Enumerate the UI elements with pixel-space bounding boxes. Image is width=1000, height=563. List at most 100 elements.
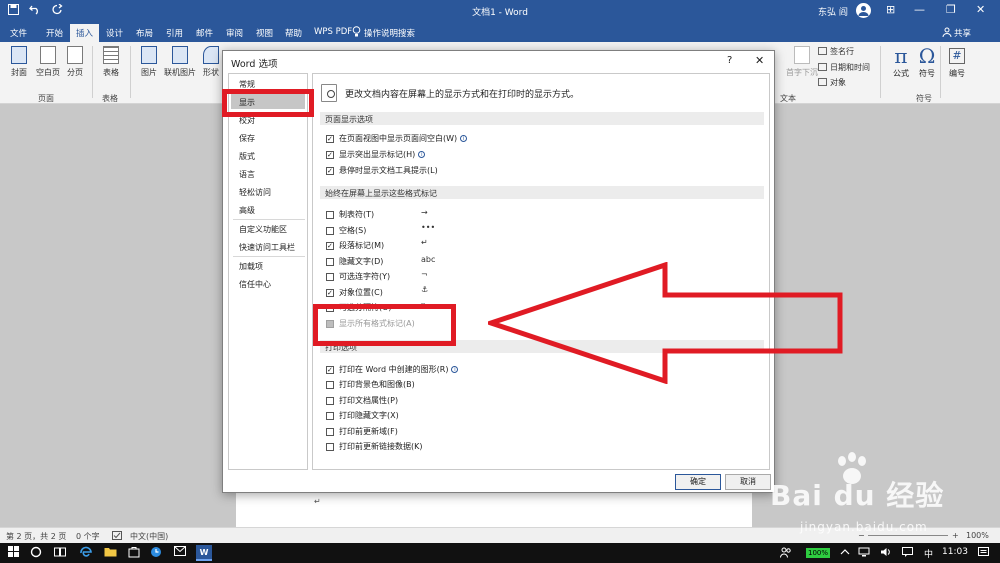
- checkbox[interactable]: [326, 427, 334, 436]
- ok-button[interactable]: 确定: [675, 474, 721, 490]
- online-picture-button[interactable]: 联机图片: [164, 46, 196, 78]
- number-button[interactable]: # 编号: [944, 44, 970, 79]
- checkbox[interactable]: [326, 134, 334, 143]
- tab-mailings[interactable]: 邮件: [196, 27, 213, 39]
- help-button[interactable]: ?: [727, 55, 732, 66]
- option-print-hidden-text[interactable]: 打印隐藏文字(X): [326, 410, 399, 421]
- word-count[interactable]: 0 个字: [76, 531, 100, 542]
- signature-line-button[interactable]: 签名行: [818, 46, 854, 57]
- nav-item-trust-center[interactable]: 信任中心: [234, 276, 306, 291]
- object-button[interactable]: 对象: [818, 77, 846, 88]
- dropcap-button[interactable]: 首字下沉: [786, 46, 818, 78]
- tab-layout[interactable]: 布局: [136, 27, 153, 39]
- checkbox[interactable]: [326, 442, 334, 451]
- table-button[interactable]: 表格: [98, 46, 124, 78]
- tab-view[interactable]: 视图: [256, 27, 273, 39]
- tab-insert[interactable]: 插入: [70, 24, 100, 42]
- date-time-button[interactable]: 日期和时间: [818, 62, 870, 73]
- shapes-button[interactable]: 形状: [198, 46, 224, 78]
- nav-item-typography[interactable]: 版式: [234, 148, 306, 163]
- notification-icon[interactable]: [902, 547, 913, 560]
- clock-app-icon[interactable]: [150, 546, 162, 561]
- checkbox[interactable]: [326, 241, 334, 250]
- mail-icon[interactable]: [174, 546, 186, 559]
- windows-start-icon[interactable]: [8, 546, 20, 561]
- checkbox[interactable]: [326, 380, 334, 389]
- minimize-button[interactable]: —: [914, 3, 925, 16]
- option-show-highlighter[interactable]: 显示突出显示标记(H)i: [326, 149, 426, 160]
- option-tab-characters[interactable]: 制表符(T): [326, 209, 374, 220]
- task-view-icon[interactable]: [54, 546, 66, 561]
- nav-item-save[interactable]: 保存: [234, 130, 306, 145]
- network-icon[interactable]: [858, 547, 870, 560]
- option-print-drawings[interactable]: 打印在 Word 中创建的图形(R)i: [326, 364, 459, 375]
- tab-review[interactable]: 审阅: [226, 27, 243, 39]
- people-icon[interactable]: [780, 547, 792, 561]
- file-explorer-icon[interactable]: [104, 546, 117, 560]
- option-update-links[interactable]: 打印前更新链接数据(K): [326, 441, 423, 452]
- blank-page-button[interactable]: 空白页: [34, 46, 62, 78]
- system-clock[interactable]: 11:03: [942, 547, 968, 557]
- cancel-button[interactable]: 取消: [725, 474, 771, 490]
- checkbox[interactable]: [326, 257, 334, 266]
- picture-label: 图片: [141, 68, 157, 77]
- tab-file[interactable]: 文件: [10, 27, 27, 39]
- user-name[interactable]: 东弘 阎: [818, 5, 848, 18]
- tab-help[interactable]: 帮助: [285, 27, 302, 39]
- tab-design[interactable]: 设计: [106, 27, 123, 39]
- page-count[interactable]: 第 2 页，共 2 页: [6, 531, 66, 542]
- picture-button[interactable]: 图片: [136, 46, 162, 78]
- option-spaces[interactable]: 空格(S): [326, 225, 366, 236]
- checkbox[interactable]: [326, 396, 334, 405]
- volume-icon[interactable]: [880, 547, 892, 560]
- nav-item-customize-ribbon[interactable]: 自定义功能区: [234, 221, 306, 236]
- option-optional-hyphens[interactable]: 可选连字符(Y): [326, 271, 390, 282]
- tab-references[interactable]: 引用: [166, 27, 183, 39]
- chevron-up-icon[interactable]: [840, 547, 850, 560]
- dialog-close-button[interactable]: ✕: [755, 54, 764, 67]
- checkbox[interactable]: [326, 210, 334, 219]
- nav-item-quick-access-toolbar[interactable]: 快速访问工具栏: [234, 239, 306, 254]
- action-center-icon[interactable]: [978, 547, 989, 560]
- edge-browser-icon[interactable]: [80, 546, 92, 561]
- battery-indicator[interactable]: 100%: [806, 548, 831, 558]
- nav-item-accessibility[interactable]: 轻松访问: [234, 184, 306, 199]
- checkbox[interactable]: [326, 411, 334, 420]
- checkbox[interactable]: [326, 226, 334, 235]
- user-avatar-icon[interactable]: [856, 3, 871, 18]
- ime-indicator[interactable]: 中: [924, 547, 933, 560]
- option-show-whitespace[interactable]: 在页面视图中显示页面间空白(W)i: [326, 133, 468, 144]
- checkbox[interactable]: [326, 288, 334, 297]
- option-update-fields[interactable]: 打印前更新域(F): [326, 426, 398, 437]
- nav-item-language[interactable]: 语言: [234, 166, 306, 181]
- option-print-properties[interactable]: 打印文档属性(P): [326, 395, 398, 406]
- cover-page-button[interactable]: 封面: [6, 46, 32, 78]
- share-button[interactable]: 共享: [954, 27, 971, 39]
- word-taskbar-icon[interactable]: W: [196, 545, 212, 561]
- tell-me-search[interactable]: 操作说明搜索: [364, 27, 415, 39]
- store-icon[interactable]: [128, 546, 140, 561]
- proofing-icon[interactable]: [112, 531, 122, 542]
- language-indicator[interactable]: 中文(中国): [130, 531, 168, 542]
- option-paragraph-marks[interactable]: 段落标记(M): [326, 240, 384, 251]
- tab-wps-pdf[interactable]: WPS PDF: [314, 27, 352, 37]
- checkbox[interactable]: [326, 365, 334, 374]
- option-object-anchors[interactable]: 对象位置(C): [326, 287, 383, 298]
- option-hidden-text[interactable]: 隐藏文字(D): [326, 256, 383, 267]
- nav-item-advanced[interactable]: 高级: [234, 202, 306, 217]
- cortana-icon[interactable]: [30, 546, 42, 561]
- checkbox[interactable]: [326, 272, 334, 281]
- page-break-button[interactable]: 分页: [62, 46, 88, 78]
- ribbon-display-options-icon[interactable]: ⊞: [886, 3, 895, 16]
- restore-button[interactable]: ❐: [946, 3, 956, 16]
- option-print-background[interactable]: 打印背景色和图像(B): [326, 379, 415, 390]
- symbol-button[interactable]: Ω 符号: [914, 44, 940, 79]
- tab-home[interactable]: 开始: [46, 27, 63, 39]
- option-hover-tooltips[interactable]: 悬停时显示文档工具提示(L): [326, 165, 438, 176]
- close-window-button[interactable]: ✕: [976, 3, 985, 16]
- document-page[interactable]: ↵: [236, 492, 752, 527]
- equation-button[interactable]: π 公式: [888, 44, 914, 79]
- checkbox[interactable]: [326, 166, 334, 175]
- checkbox[interactable]: [326, 150, 334, 159]
- nav-item-add-ins[interactable]: 加载项: [234, 258, 306, 273]
